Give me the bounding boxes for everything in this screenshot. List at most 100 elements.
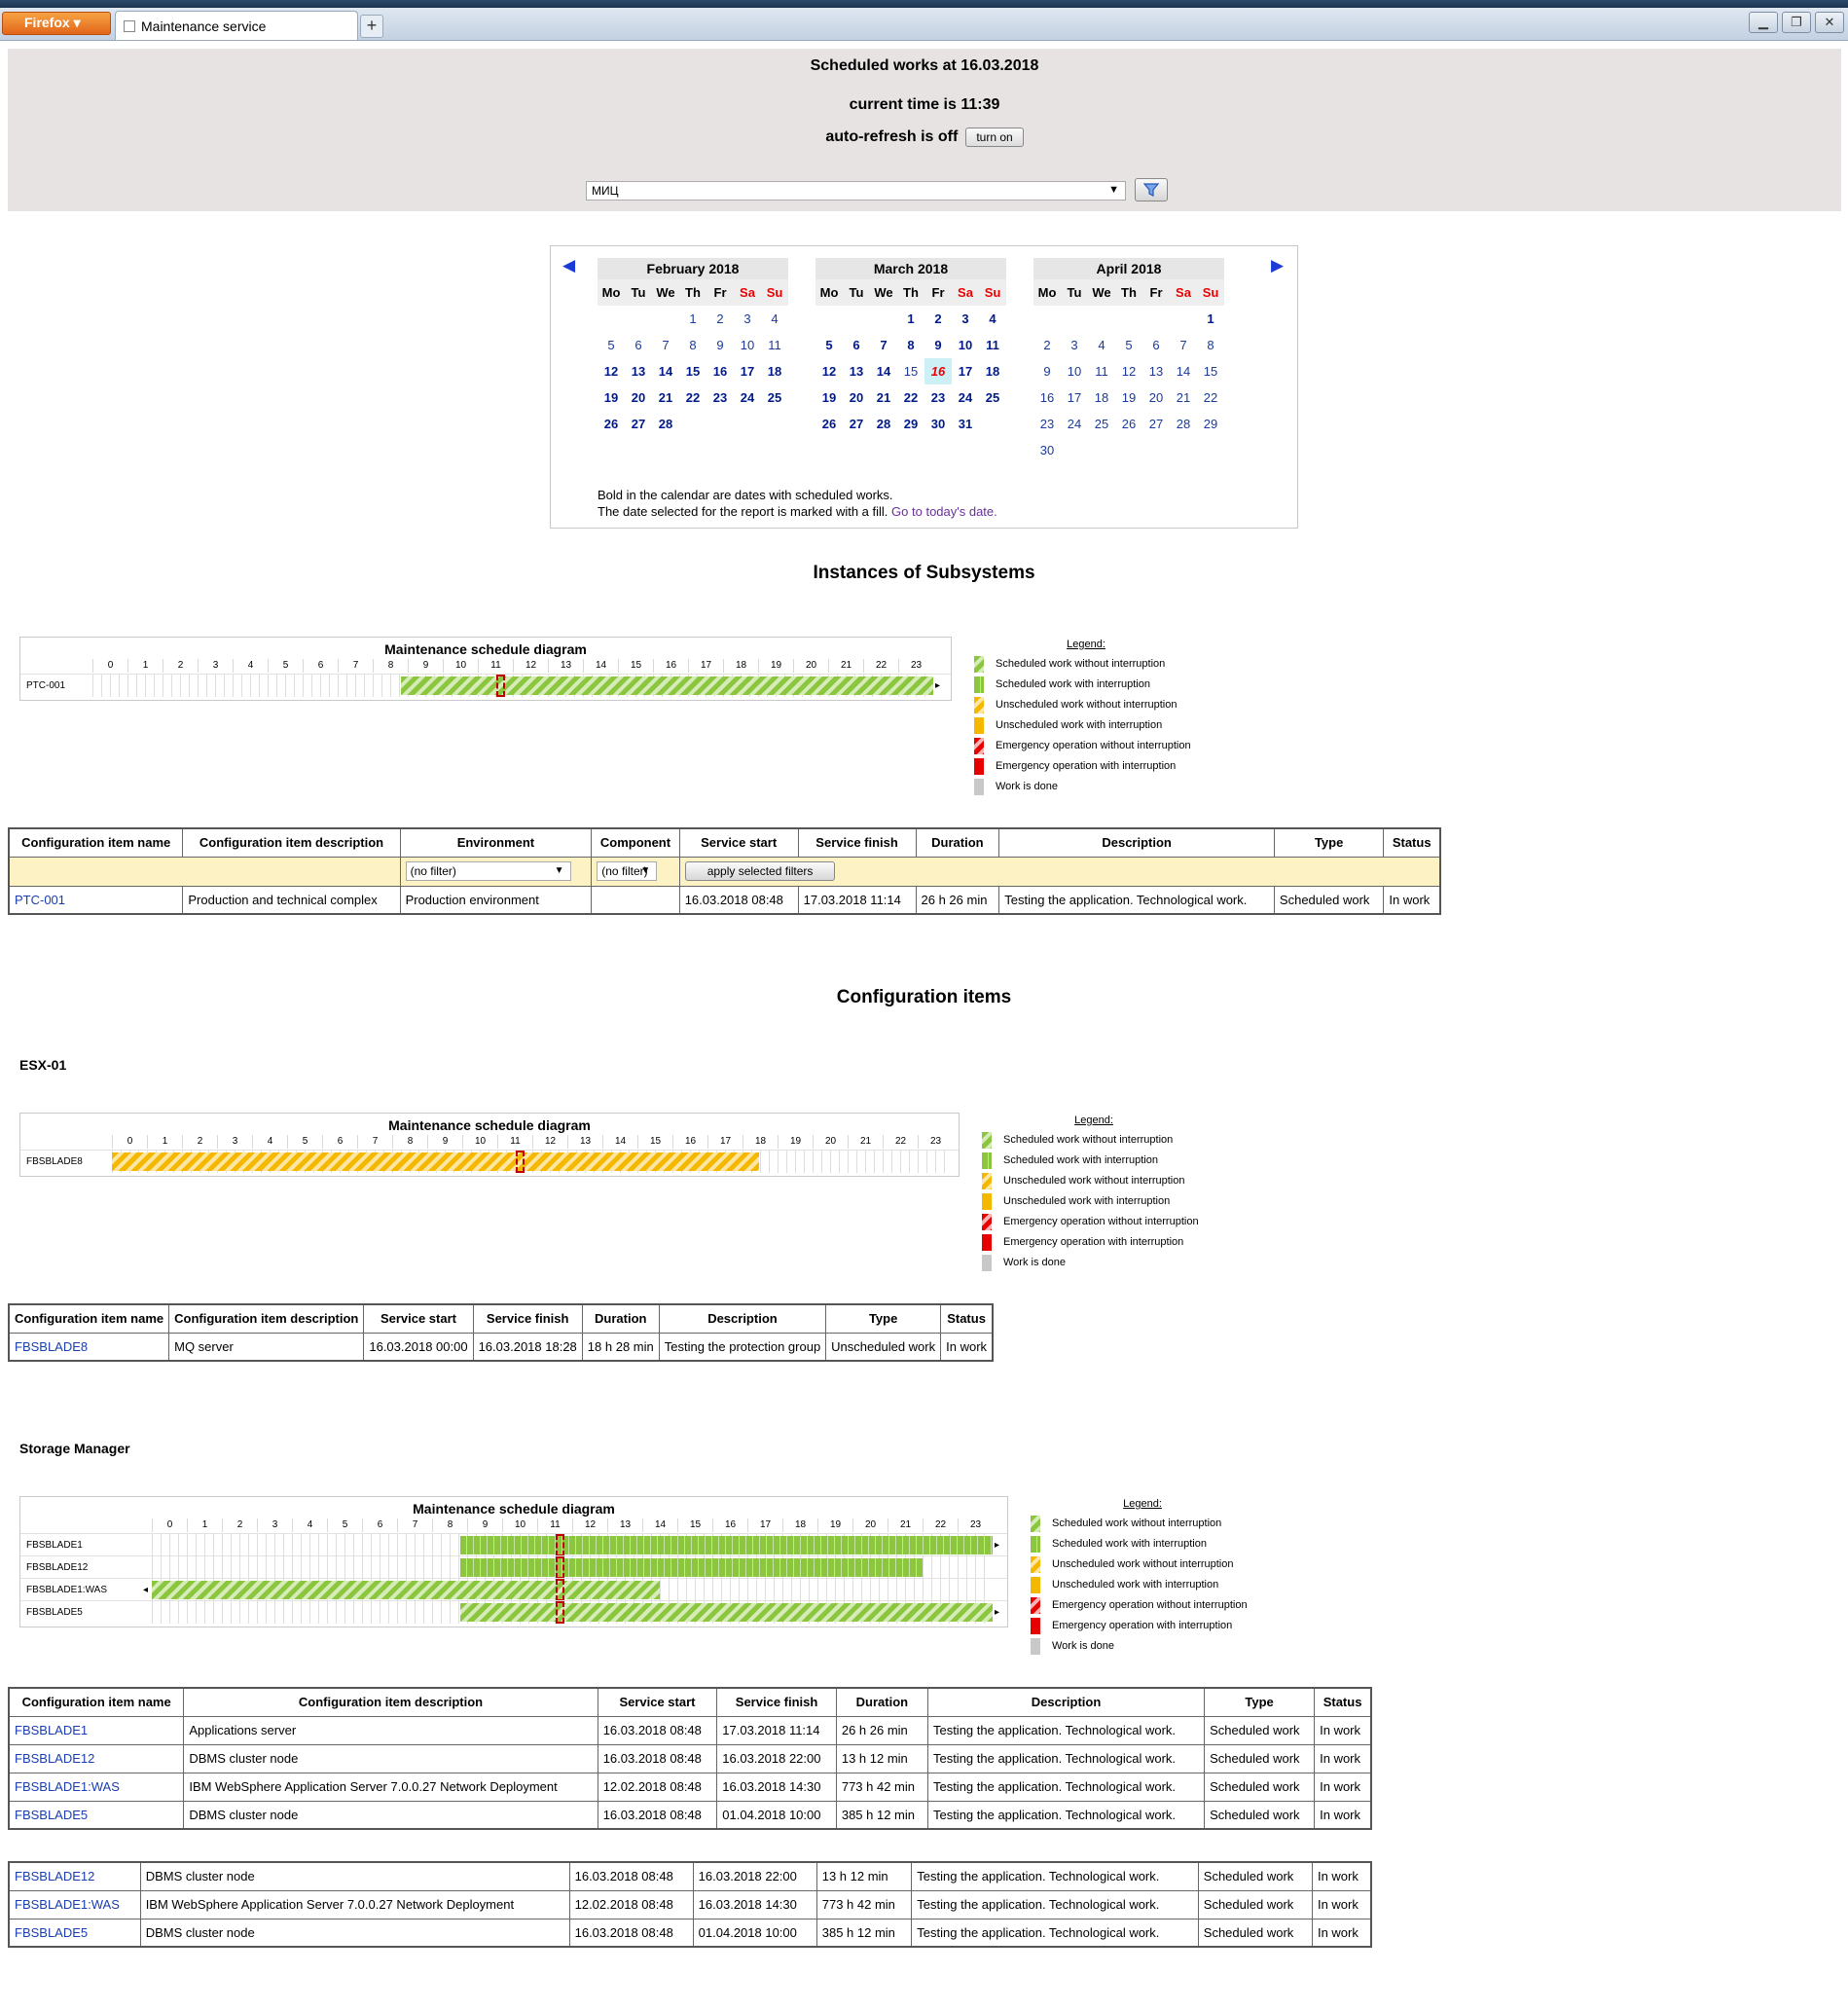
column-header[interactable]: Service finish [472,1303,583,1334]
calendar-day[interactable]: 27 [843,411,870,437]
calendar-day[interactable]: 6 [1142,332,1170,358]
calendar-day[interactable]: 18 [979,358,1006,384]
calendar-day[interactable]: 24 [734,384,761,411]
calendar-day[interactable]: 17 [1061,384,1088,411]
column-header[interactable]: Configuration item description [168,1303,365,1334]
calendar-day[interactable]: 3 [734,306,761,332]
calendar-day[interactable]: 14 [1170,358,1197,384]
restore-icon[interactable]: ❐ [1782,12,1811,33]
calendar-day[interactable]: 20 [625,384,652,411]
ci-name-link[interactable]: FBSBLADE5 [15,1808,88,1822]
component-filter-select[interactable]: (no filter) ▼ [597,861,658,881]
calendar-day[interactable]: 30 [1033,437,1061,463]
calendar-day[interactable]: 13 [1142,358,1170,384]
turn-on-button[interactable]: turn on [965,128,1024,147]
apply-filters-button[interactable]: apply selected filters [684,861,836,881]
calendar-day[interactable]: 14 [652,358,679,384]
calendar-day[interactable]: 5 [815,332,843,358]
calendar-day[interactable]: 29 [1197,411,1224,437]
column-header[interactable]: Description [998,827,1275,858]
column-header[interactable]: Service start [363,1303,474,1334]
calendar-day[interactable]: 15 [679,358,707,384]
calendar-day[interactable]: 8 [679,332,707,358]
browser-tab[interactable]: Maintenance service [115,11,358,40]
column-header[interactable]: Configuration item description [182,827,401,858]
ci-name-link[interactable]: PTC-001 [15,893,65,907]
calendar-day[interactable]: 25 [979,384,1006,411]
calendar-day[interactable]: 12 [598,358,625,384]
column-header[interactable]: Duration [915,827,1000,858]
environment-filter-select[interactable]: (no filter) ▼ [405,861,571,881]
calendar-day[interactable]: 26 [815,411,843,437]
column-header[interactable]: Configuration item name [8,827,184,858]
calendar-day[interactable]: 16 [1033,384,1061,411]
calendar-day[interactable]: 20 [843,384,870,411]
column-header[interactable]: Description [658,1303,827,1334]
calendar-day[interactable]: 17 [952,358,979,384]
calendar-day[interactable]: 15 [1197,358,1224,384]
column-header[interactable]: Configuration item description [183,1687,598,1717]
gantt-bar[interactable] [459,1603,993,1622]
calendar-day[interactable]: 8 [897,332,924,358]
column-header[interactable]: Type [1204,1687,1316,1717]
gantt-bar[interactable] [459,1536,993,1554]
column-header[interactable]: Type [1273,827,1385,858]
calendar-day[interactable]: 25 [1088,411,1115,437]
calendar-day[interactable]: 27 [625,411,652,437]
ci-name-link[interactable]: FBSBLADE12 [15,1869,94,1883]
calendar-day[interactable]: 7 [870,332,897,358]
calendar-day[interactable]: 19 [815,384,843,411]
calendar-day[interactable]: 27 [1142,411,1170,437]
calendar-day[interactable]: 9 [924,332,952,358]
column-header[interactable]: Status [1314,1687,1372,1717]
calendar-day[interactable]: 17 [734,358,761,384]
calendar-day[interactable]: 2 [707,306,734,332]
calendar-day[interactable]: 9 [707,332,734,358]
column-header[interactable]: Service start [597,1687,718,1717]
gantt-bar[interactable] [459,1558,923,1577]
calendar-day[interactable]: 13 [625,358,652,384]
calendar-day[interactable]: 29 [897,411,924,437]
calendar-day[interactable]: 22 [679,384,707,411]
calendar-day[interactable]: 5 [1115,332,1142,358]
calendar-day[interactable]: 10 [952,332,979,358]
ci-name-link[interactable]: FBSBLADE5 [15,1925,88,1940]
calendar-day[interactable]: 7 [652,332,679,358]
calendar-day[interactable]: 1 [679,306,707,332]
calendar-day[interactable]: 26 [1115,411,1142,437]
column-header[interactable]: Status [1383,827,1441,858]
column-header[interactable]: Service start [678,827,799,858]
firefox-menu-button[interactable]: Firefox ▾ [2,12,111,35]
calendar-day[interactable]: 21 [870,384,897,411]
calendar-day[interactable]: 31 [952,411,979,437]
minimize-icon[interactable]: ▁ [1749,12,1778,33]
calendar-day[interactable]: 7 [1170,332,1197,358]
ci-name-link[interactable]: FBSBLADE12 [15,1751,94,1766]
calendar-day[interactable]: 1 [1197,306,1224,332]
column-header[interactable]: Service finish [716,1687,837,1717]
column-header[interactable]: Configuration item name [8,1303,170,1334]
calendar-day[interactable]: 3 [1061,332,1088,358]
close-icon[interactable]: ✕ [1815,12,1844,33]
calendar-day[interactable]: 23 [1033,411,1061,437]
calendar-day[interactable]: 12 [815,358,843,384]
gantt-bar[interactable] [152,1581,660,1599]
calendar-day[interactable]: 14 [870,358,897,384]
calendar-day[interactable]: 22 [1197,384,1224,411]
calendar-day[interactable]: 23 [924,384,952,411]
calendar-day[interactable]: 21 [652,384,679,411]
calendar-day[interactable]: 11 [979,332,1006,358]
calendar-day[interactable]: 10 [734,332,761,358]
calendar-day[interactable]: 24 [952,384,979,411]
calendar-day[interactable]: 3 [952,306,979,332]
calendar-day[interactable]: 25 [761,384,788,411]
column-header[interactable]: Type [825,1303,942,1334]
calendar-day[interactable]: 10 [1061,358,1088,384]
new-tab-button[interactable]: + [360,15,383,38]
calendar-day[interactable]: 8 [1197,332,1224,358]
calendar-day[interactable]: 5 [598,332,625,358]
column-header[interactable]: Service finish [797,827,917,858]
calendar-day[interactable]: 23 [707,384,734,411]
calendar-day[interactable]: 15 [897,358,924,384]
column-header[interactable]: Duration [835,1687,928,1717]
